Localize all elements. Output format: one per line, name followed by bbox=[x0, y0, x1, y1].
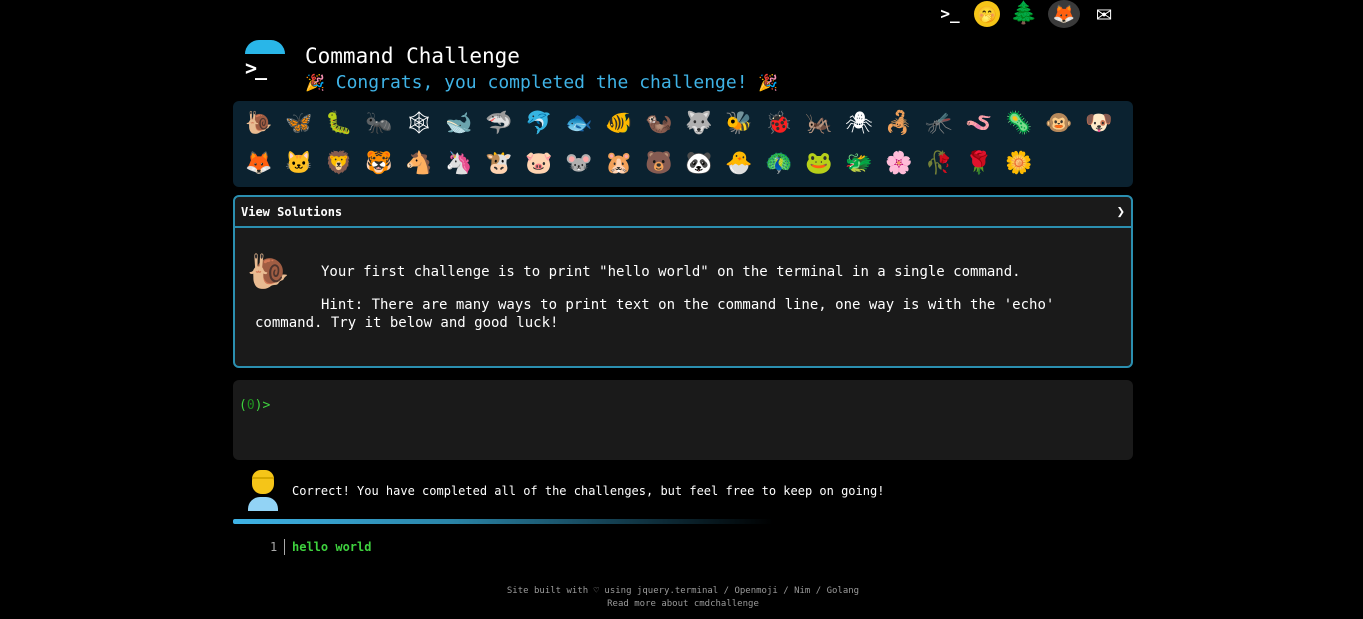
page-title: Command Challenge bbox=[305, 44, 520, 68]
tree-icon[interactable]: 🌲 bbox=[1008, 0, 1040, 26]
party-popper-icon: 🎉 bbox=[305, 73, 325, 92]
output-text: hello world bbox=[292, 540, 372, 554]
challenge-animal-icon[interactable]: 🕸 bbox=[399, 105, 439, 141]
challenge-animal-icon[interactable]: 🕷 bbox=[839, 105, 879, 141]
challenge-animal-icon[interactable]: 🐜 bbox=[359, 105, 399, 141]
challenge-animal-icon[interactable]: 🐌 bbox=[239, 105, 279, 141]
result-text: Correct! You have completed all of the c… bbox=[292, 484, 885, 498]
challenge-animal-icon[interactable]: 🦄 bbox=[439, 145, 479, 181]
challenge-animal-icon[interactable]: 🐬 bbox=[519, 105, 559, 141]
progress-bar bbox=[233, 519, 773, 524]
view-solutions-label: View Solutions bbox=[241, 204, 343, 219]
challenge-animal-icon[interactable]: 🦁 bbox=[319, 145, 359, 181]
challenge-icon-row-2: 🦊 🐱 🦁 🐯 🐴 🦄 🐮 🐷 🐭 🐹 🐻 🐼 🐣 🦚 🐸 🐲 🌸 🥀 🌹 🌼 bbox=[239, 145, 1039, 181]
challenge-progress-icons: 🐌 🦋 🐛 🐜 🕸 🐋 🦈 🐬 🐟 🐠 🦦 🐺 🐝 🐞 🦗 🕷 🦂 🦟 🪱 🦠 🐵 🐶 🦊 🐱 🦁 🐯 🐴 🦄 🐮 🐷 🐭 🐹 🐻 🐼 🐣 🦚 🐸 🐲 🌸… bbox=[233, 101, 1133, 187]
challenge-animal-icon[interactable]: 🦚 bbox=[759, 145, 799, 181]
view-solutions-toggle[interactable]: View Solutions ❯ bbox=[235, 197, 1131, 228]
challenge-animal-icon[interactable]: 🐮 bbox=[479, 145, 519, 181]
footer-credits[interactable]: Site built with ♡ using jquery.terminal … bbox=[233, 585, 1133, 598]
logo-cap bbox=[245, 40, 285, 54]
line-number: 1 bbox=[270, 540, 278, 554]
challenge-animal-icon[interactable]: 🦗 bbox=[799, 105, 839, 141]
prompt-close: )> bbox=[254, 398, 271, 413]
gitlab-icon[interactable]: 🦊 bbox=[1048, 0, 1080, 28]
logo-prompt: >_ bbox=[245, 56, 267, 80]
solutions-panel: View Solutions ❯ 🐌 Your first challenge … bbox=[233, 195, 1133, 368]
challenge-animal-icon[interactable]: 🪱 bbox=[959, 105, 999, 141]
challenge-animal-icon[interactable]: 🐣 bbox=[719, 145, 759, 181]
challenge-animal-icon[interactable]: 🐻 bbox=[639, 145, 679, 181]
challenge-animal-icon[interactable]: 🐠 bbox=[599, 105, 639, 141]
mail-icon[interactable]: ✉ bbox=[1088, 0, 1120, 28]
challenge-animal-icon[interactable]: 🦂 bbox=[879, 105, 919, 141]
challenge-animal-icon[interactable]: 🐴 bbox=[399, 145, 439, 181]
challenge-animal-icon[interactable]: 🐛 bbox=[319, 105, 359, 141]
header: >_ Command Challenge 🎉 Congrats, you com… bbox=[233, 38, 1133, 98]
result-message: Correct! You have completed all of the c… bbox=[233, 468, 1133, 516]
congrats-banner: 🎉 Congrats, you completed the challenge!… bbox=[305, 72, 778, 93]
face-hand-over-mouth-icon[interactable]: 🤭 bbox=[974, 1, 1000, 27]
footer-read-more-link[interactable]: Read more about cmdchallenge bbox=[233, 598, 1133, 611]
challenge-text: Your first challenge is to print "hello … bbox=[321, 264, 1021, 280]
challenge-animal-icon[interactable]: 🐭 bbox=[559, 145, 599, 181]
top-icon-bar: >_ 🤭 🌲 🦊 ✉ bbox=[934, 0, 1120, 28]
challenge-animal-icon[interactable]: 🐋 bbox=[439, 105, 479, 141]
prompt-open: ( bbox=[239, 398, 247, 413]
challenge-animal-icon[interactable]: 🐶 bbox=[1079, 105, 1119, 141]
challenge-animal-icon[interactable]: 🐺 bbox=[679, 105, 719, 141]
snail-icon: 🐌 bbox=[247, 252, 290, 292]
prompt-count: 0 bbox=[246, 398, 255, 413]
person-hair bbox=[252, 470, 274, 479]
challenge-animal-icon[interactable]: 🦋 bbox=[279, 105, 319, 141]
challenge-animal-icon[interactable]: 🐯 bbox=[359, 145, 399, 181]
challenge-animal-icon[interactable]: 🐱 bbox=[279, 145, 319, 181]
person-icon bbox=[247, 470, 279, 512]
line-separator bbox=[284, 539, 285, 555]
terminal-prompt[interactable]: (0)> bbox=[239, 398, 270, 413]
terminal-icon[interactable]: >_ bbox=[934, 0, 966, 26]
person-body bbox=[248, 497, 278, 511]
challenge-animal-icon[interactable]: 🐵 bbox=[1039, 105, 1079, 141]
challenge-animal-icon[interactable]: 🐟 bbox=[559, 105, 599, 141]
challenge-animal-icon[interactable]: 🌸 bbox=[879, 145, 919, 181]
challenge-animal-icon[interactable]: 🦈 bbox=[479, 105, 519, 141]
challenge-animal-icon[interactable]: 🌼 bbox=[999, 145, 1039, 181]
challenge-animal-icon[interactable]: 🦦 bbox=[639, 105, 679, 141]
terminal-input[interactable]: (0)> bbox=[233, 380, 1133, 460]
challenge-animal-icon[interactable]: 🐞 bbox=[759, 105, 799, 141]
footer: Site built with ♡ using jquery.terminal … bbox=[233, 585, 1133, 611]
hint-text: Hint: There are many ways to print text … bbox=[255, 297, 1055, 331]
challenge-animal-icon[interactable]: 🐸 bbox=[799, 145, 839, 181]
challenge-animal-icon[interactable]: 🐼 bbox=[679, 145, 719, 181]
chevron-right-icon[interactable]: ❯ bbox=[1117, 204, 1125, 220]
challenge-animal-icon[interactable]: 🦠 bbox=[999, 105, 1039, 141]
challenge-animal-icon[interactable]: 🐷 bbox=[519, 145, 559, 181]
challenge-animal-icon[interactable]: 🐹 bbox=[599, 145, 639, 181]
logo-icon: >_ bbox=[241, 40, 285, 84]
challenge-icon-row-1: 🐌 🦋 🐛 🐜 🕸 🐋 🦈 🐬 🐟 🐠 🦦 🐺 🐝 🐞 🦗 🕷 🦂 🦟 🪱 🦠 🐵 🐶 bbox=[239, 105, 1119, 141]
party-popper-icon: 🎉 bbox=[758, 73, 779, 92]
challenge-animal-icon[interactable]: 🐲 bbox=[839, 145, 879, 181]
challenge-animal-icon[interactable]: 🌹 bbox=[959, 145, 999, 181]
challenge-animal-icon[interactable]: 🦊 bbox=[239, 145, 279, 181]
challenge-animal-icon[interactable]: 🦟 bbox=[919, 105, 959, 141]
challenge-animal-icon[interactable]: 🐝 bbox=[719, 105, 759, 141]
congrats-text: Congrats, you completed the challenge! bbox=[324, 72, 759, 93]
challenge-animal-icon[interactable]: 🥀 bbox=[919, 145, 959, 181]
